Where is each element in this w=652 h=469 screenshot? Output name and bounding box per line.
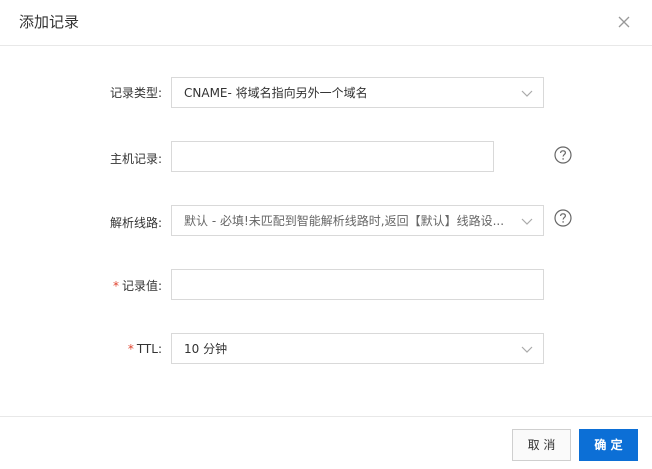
record-type-select[interactable]: CNAME- 将域名指向另外一个域名 [171, 77, 544, 108]
required-mark: * [127, 342, 134, 356]
host-record-input[interactable] [171, 141, 494, 172]
ttl-label-text: TTL: [136, 342, 162, 356]
host-record-label-text: 主机记录: [109, 152, 162, 166]
line-label: 解析线路: [42, 214, 162, 231]
host-record-help-icon[interactable] [554, 146, 572, 164]
record-value-input[interactable] [171, 269, 544, 300]
line-label-text: 解析线路: [109, 216, 162, 230]
line-select[interactable]: 默认 - 必填!未匹配到智能解析线路时,返回【默认】线路设... [171, 205, 544, 236]
record-type-label-text: 记录类型: [109, 86, 162, 100]
dialog-title: 添加记录 [19, 13, 80, 31]
required-mark: * [112, 279, 119, 293]
line-help-icon[interactable] [554, 209, 572, 227]
ttl-select[interactable]: 10 分钟 [171, 333, 544, 364]
line-value: 默认 - 必填!未匹配到智能解析线路时,返回【默认】线路设... [184, 214, 505, 228]
close-icon[interactable] [614, 12, 634, 32]
chevron-down-icon [521, 87, 533, 99]
add-record-dialog: 添加记录 记录类型: CNAME- 将域名指向另外一个域名 主机记录: 解析线路… [0, 0, 652, 469]
dialog-footer: 取 消 确 定 [0, 416, 652, 469]
chevron-down-icon [521, 343, 533, 355]
record-value-label: * 记录值: [42, 277, 162, 294]
ttl-value: 10 分钟 [184, 342, 228, 356]
cancel-button[interactable]: 取 消 [512, 429, 571, 461]
record-value-label-text: 记录值: [121, 279, 162, 293]
confirm-button[interactable]: 确 定 [579, 429, 638, 461]
dialog-header: 添加记录 [0, 0, 652, 46]
record-type-label: 记录类型: [42, 84, 162, 101]
host-record-label: 主机记录: [42, 150, 162, 167]
ttl-label: * TTL: [42, 342, 162, 356]
record-type-value: CNAME- 将域名指向另外一个域名 [184, 86, 368, 100]
chevron-down-icon [521, 215, 533, 227]
